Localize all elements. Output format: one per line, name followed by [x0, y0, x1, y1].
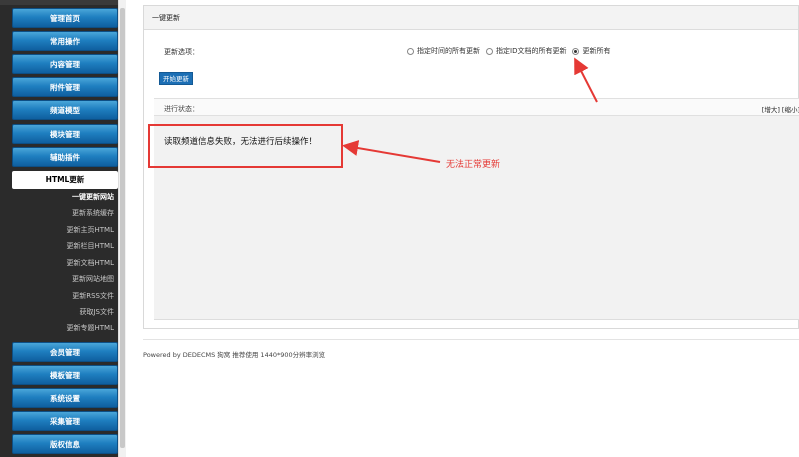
annotation-text: 无法正常更新	[446, 160, 501, 170]
start-update-button[interactable]: 开始更新	[159, 72, 193, 85]
sidebar-subitem[interactable]: 更新主页HTML	[0, 222, 118, 238]
option-label: 指定ID文档的所有更新	[496, 47, 567, 55]
radio-icon[interactable]	[407, 47, 414, 55]
sidebar-subitem[interactable]: 获取JS文件	[0, 304, 118, 320]
sidebar-item-collect[interactable]: 采集管理	[12, 411, 118, 431]
sidebar-item-template[interactable]: 模板管理	[12, 365, 118, 385]
sidebar-item-channel[interactable]: 频道模型	[12, 100, 118, 120]
footer-divider	[143, 339, 799, 340]
sidebar-item-home[interactable]: 管理首页	[12, 8, 118, 28]
sidebar-subitem[interactable]: 一键更新网站	[0, 189, 118, 205]
option-label: 更新所有	[582, 47, 611, 55]
radio-selected-icon[interactable]	[572, 47, 580, 55]
sidebar-item-member[interactable]: 会员管理	[12, 342, 118, 362]
annotation-box	[148, 124, 343, 168]
option-label: 指定时间的所有更新	[417, 47, 480, 55]
sidebar-item-system[interactable]: 系统设置	[12, 388, 118, 408]
sidebar-item-common[interactable]: 常用操作	[12, 31, 118, 51]
sidebar: 管理首页 常用操作 内容管理 附件管理 频道模型 模块管理 辅助插件 HTML更…	[0, 0, 118, 457]
sidebar-top-strip	[0, 0, 118, 5]
option-by-id[interactable]: 指定ID文档的所有更新	[486, 46, 566, 56]
sidebar-scrollbar[interactable]	[118, 0, 126, 457]
progress-label: 进行状态：	[164, 105, 199, 113]
panel-title: 一键更新	[144, 6, 798, 30]
option-by-time[interactable]: 指定时间的所有更新	[407, 46, 480, 56]
scrollbar-thumb[interactable]	[120, 8, 125, 448]
options-label: 更新选项：	[164, 48, 199, 56]
option-all[interactable]: 更新所有	[572, 46, 610, 56]
sidebar-item-plugin[interactable]: 辅助插件	[12, 147, 118, 167]
radio-icon[interactable]	[486, 47, 493, 55]
sidebar-subitem[interactable]: 更新栏目HTML	[0, 238, 118, 254]
sidebar-subitem[interactable]: 更新网站地图	[0, 271, 118, 287]
footer-text: Powered by DEDECMS 狗窝 推荐使用 1440*900分辨率浏览	[143, 351, 326, 359]
progress-row: 进行状态： [增大] [缩小]	[154, 98, 799, 116]
sidebar-item-attach[interactable]: 附件管理	[12, 77, 118, 97]
update-options: 指定时间的所有更新 指定ID文档的所有更新 更新所有	[407, 46, 612, 56]
sidebar-subitem[interactable]: 更新文档HTML	[0, 255, 118, 271]
sidebar-item-copyright[interactable]: 版权信息	[12, 434, 118, 454]
sidebar-item-content[interactable]: 内容管理	[12, 54, 118, 74]
sidebar-item-module[interactable]: 模块管理	[12, 124, 118, 144]
resize-links[interactable]: [增大] [缩小]	[762, 104, 799, 114]
sidebar-subitem[interactable]: 更新系统缓存	[0, 205, 118, 221]
sidebar-subitem[interactable]: 更新RSS文件	[0, 288, 118, 304]
sidebar-subitem[interactable]: 更新专题HTML	[0, 320, 118, 336]
sidebar-item-html-update[interactable]: HTML更新	[12, 171, 118, 189]
